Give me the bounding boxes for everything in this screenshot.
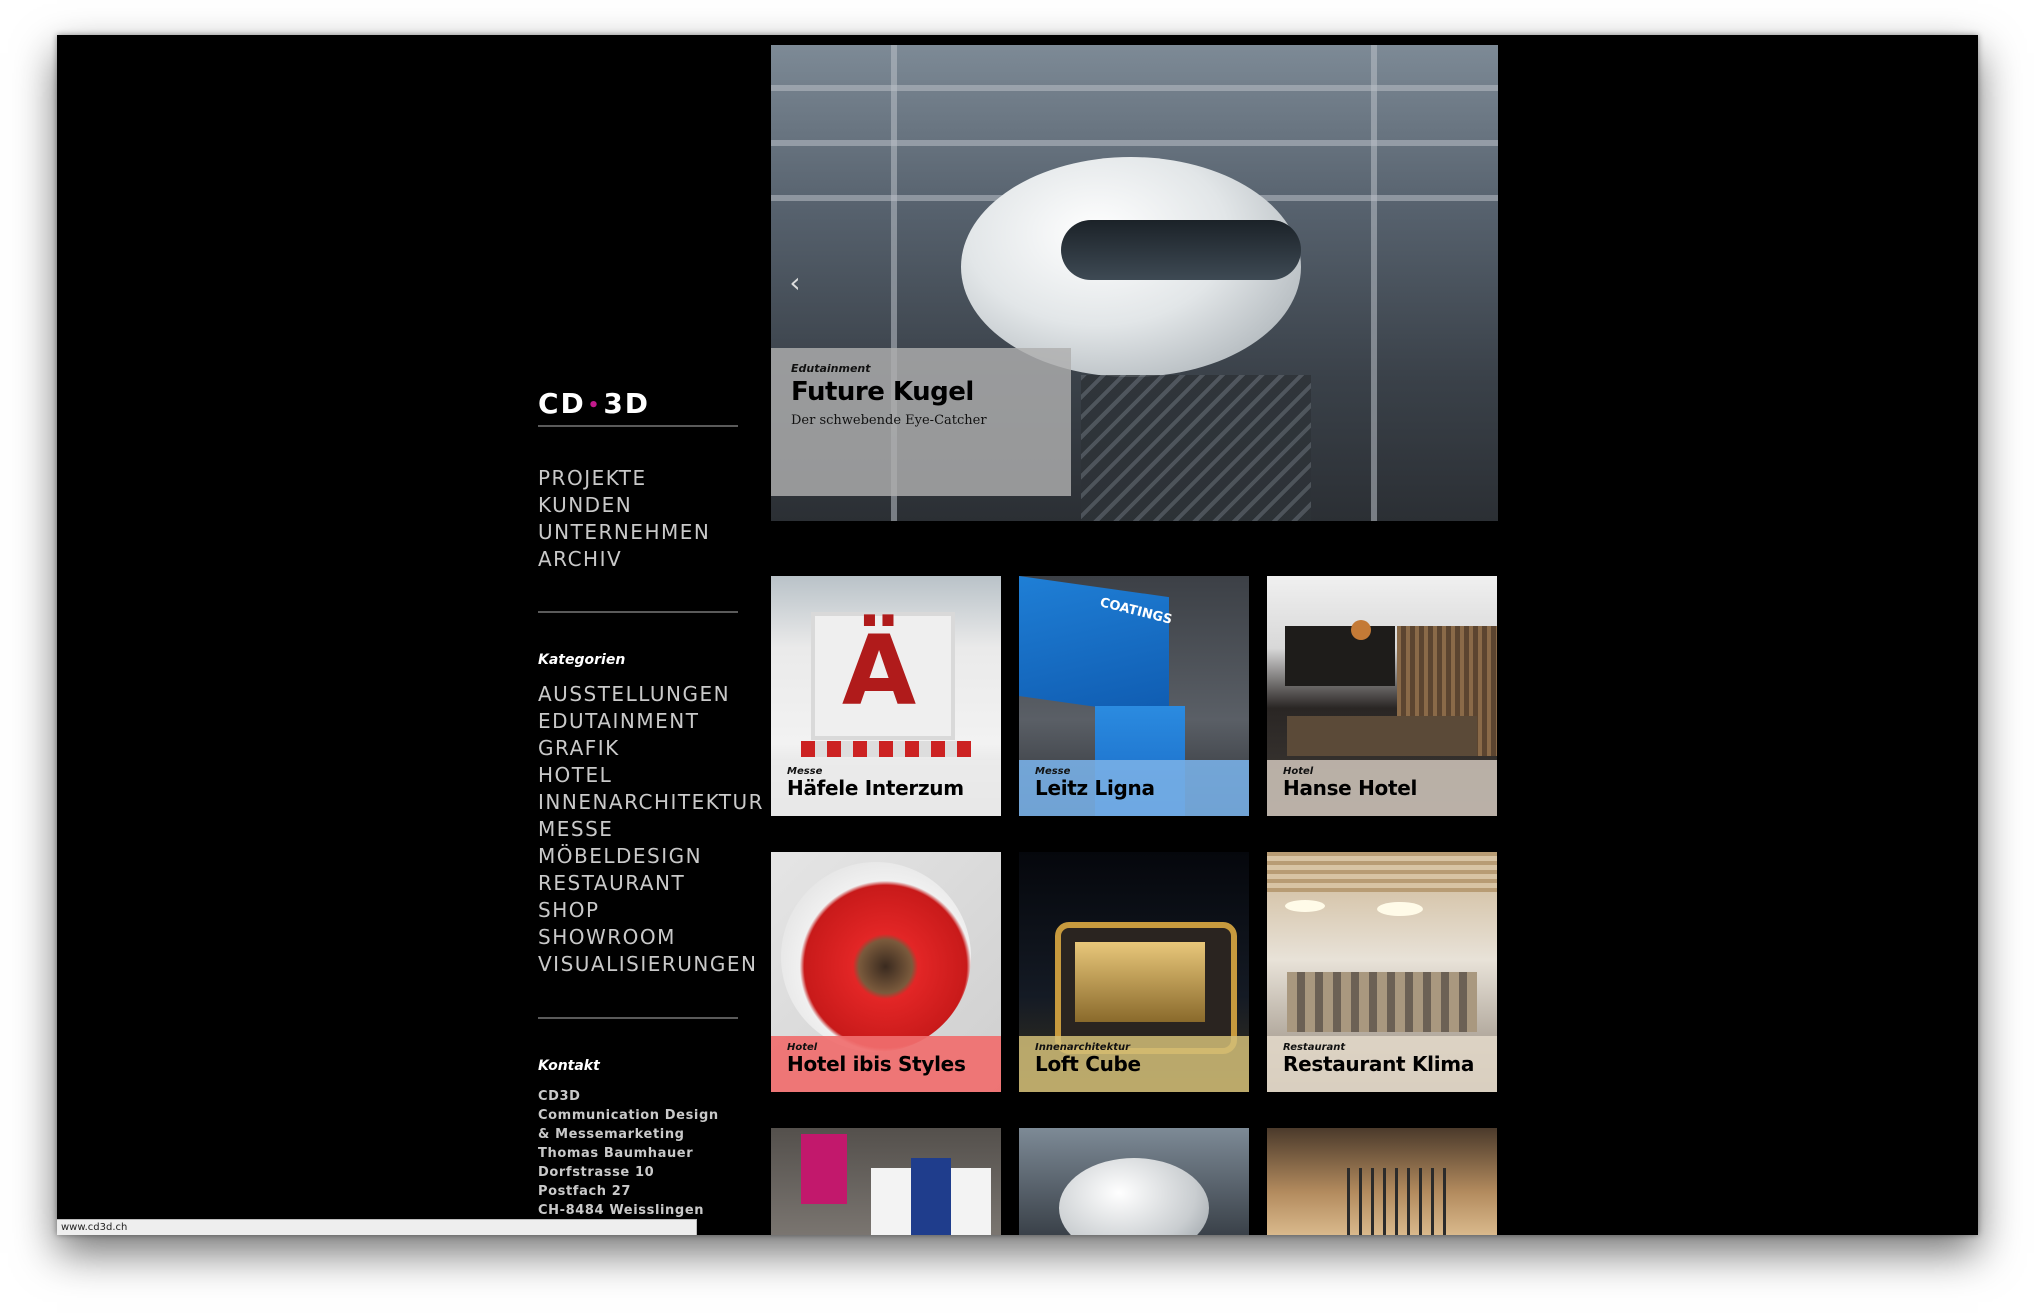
category-showroom[interactable]: SHOWROOM (538, 924, 764, 951)
tile-caption: Hotel Hotel ibis Styles (771, 1036, 1001, 1092)
category-shop[interactable]: SHOP (538, 897, 764, 924)
category-edutainment[interactable]: EDUTAINMENT (538, 708, 764, 735)
tile-caption: Messe Häfele Interzum (771, 760, 1001, 816)
egg-pod-image (1059, 1158, 1209, 1235)
nav-item-projekte[interactable]: PROJEKTE (538, 465, 710, 492)
category-restaurant[interactable]: RESTAURANT (538, 870, 764, 897)
project-tile[interactable] (771, 1128, 1001, 1235)
contact-line: & Messemarketing (538, 1127, 685, 1142)
hero-category: Edutainment (791, 362, 871, 375)
category-hotel[interactable]: HOTEL (538, 762, 764, 789)
tile-title: Häfele Interzum (787, 776, 964, 800)
categories-nav: AUSSTELLUNGEN EDUTAINMENT GRAFIK HOTEL I… (538, 681, 764, 978)
tile-caption: Innenarchitektur Loft Cube (1019, 1036, 1249, 1092)
category-moebeldesign[interactable]: MÖBELDESIGN (538, 843, 764, 870)
tile-panel-image (911, 1158, 951, 1235)
tile-sign-letter: Ä (841, 615, 917, 727)
tile-caption: Hotel Hanse Hotel (1267, 760, 1497, 816)
contact-line: Postfach 27 (538, 1184, 632, 1199)
nav-item-kunden[interactable]: KUNDEN (538, 492, 710, 519)
categories-heading: Kategorien (538, 652, 626, 668)
divider (538, 611, 738, 613)
tile-caption: Messe Leitz Ligna (1019, 760, 1249, 816)
tile-wall-image (1285, 626, 1395, 686)
tile-cube-window (1075, 942, 1205, 1022)
tile-title: Restaurant Klima (1283, 1052, 1475, 1076)
tile-cutlery-image (1347, 1168, 1447, 1235)
project-tile[interactable]: Restaurant Restaurant Klima (1267, 852, 1497, 1092)
category-grafik[interactable]: GRAFIK (538, 735, 764, 762)
project-tile[interactable] (1267, 1128, 1497, 1235)
tile-banner-image (1019, 576, 1169, 718)
truss-decoration (771, 140, 1498, 146)
tile-panel-image (951, 1168, 991, 1235)
hero-title: Future Kugel (791, 377, 974, 407)
contact-line: Thomas Baumhauer (538, 1146, 694, 1161)
contact-line: Dorfstrasse 10 (538, 1165, 655, 1180)
logo-dot: • (587, 394, 602, 416)
staircase-image (1081, 375, 1311, 521)
contact-line: Communication Design (538, 1108, 719, 1123)
tile-title: Hanse Hotel (1283, 776, 1418, 800)
main-nav: PROJEKTE KUNDEN UNTERNEHMEN ARCHIV (538, 465, 710, 573)
tile-title: Hotel ibis Styles (787, 1052, 966, 1076)
tile-title: Leitz Ligna (1035, 776, 1155, 800)
truss-decoration (1371, 45, 1377, 521)
hero-caption: Edutainment Future Kugel Der schwebende … (771, 348, 1071, 496)
tile-counter-image (1287, 716, 1477, 756)
contact-heading: Kontakt (538, 1058, 600, 1074)
tile-decoration (801, 741, 971, 757)
status-bar-url: www.cd3d.ch (57, 1219, 697, 1235)
hero-subtitle: Der schwebende Eye-Catcher (791, 413, 987, 428)
tile-caption: Restaurant Restaurant Klima (1267, 1036, 1497, 1092)
project-tile[interactable]: Innenarchitektur Loft Cube (1019, 852, 1249, 1092)
browser-window: CD •3D PROJEKTE KUNDEN UNTERNEHMEN ARCHIV… (57, 35, 1978, 1235)
lamp-icon (1377, 902, 1423, 916)
logo-text-right: 3D (603, 387, 651, 420)
tile-staircase-image (781, 862, 971, 1052)
logo-text-left: CD (538, 387, 586, 420)
project-tile[interactable]: Hotel Hotel ibis Styles (771, 852, 1001, 1092)
chevron-left-icon[interactable]: ‹ (777, 265, 813, 301)
nav-item-archiv[interactable]: ARCHIV (538, 546, 710, 573)
divider (538, 425, 738, 427)
tile-box-image (801, 1134, 847, 1204)
project-tile[interactable]: Hotel Hanse Hotel (1267, 576, 1497, 816)
project-tile[interactable]: COATINGS Messe Leitz Ligna (1019, 576, 1249, 816)
divider (538, 1017, 738, 1019)
site-logo[interactable]: CD •3D (538, 387, 650, 420)
tile-chairs-image (1287, 972, 1477, 1032)
category-visualisierungen[interactable]: VISUALISIERUNGEN (538, 951, 764, 978)
tile-ceiling-image (1267, 852, 1497, 892)
contact-line: CH-8484 Weisslingen (538, 1203, 705, 1218)
project-tile[interactable]: Ä Messe Häfele Interzum (771, 576, 1001, 816)
category-innenarchitektur[interactable]: INNENARCHITEKTUR (538, 789, 764, 816)
contact-address: CD3D Communication Design & Messemarketi… (538, 1087, 719, 1220)
tile-title: Loft Cube (1035, 1052, 1141, 1076)
egg-pod-window (1061, 220, 1301, 280)
lamp-icon (1351, 620, 1371, 640)
nav-item-unternehmen[interactable]: UNTERNEHMEN (538, 519, 710, 546)
hero-slide[interactable]: ‹ Edutainment Future Kugel Der schwebend… (771, 45, 1498, 521)
tile-panel-image (871, 1168, 911, 1235)
contact-line: CD3D (538, 1089, 581, 1104)
category-messe[interactable]: MESSE (538, 816, 764, 843)
lamp-icon (1285, 900, 1325, 912)
truss-decoration (771, 85, 1498, 91)
project-tile[interactable] (1019, 1128, 1249, 1235)
category-ausstellungen[interactable]: AUSSTELLUNGEN (538, 681, 764, 708)
